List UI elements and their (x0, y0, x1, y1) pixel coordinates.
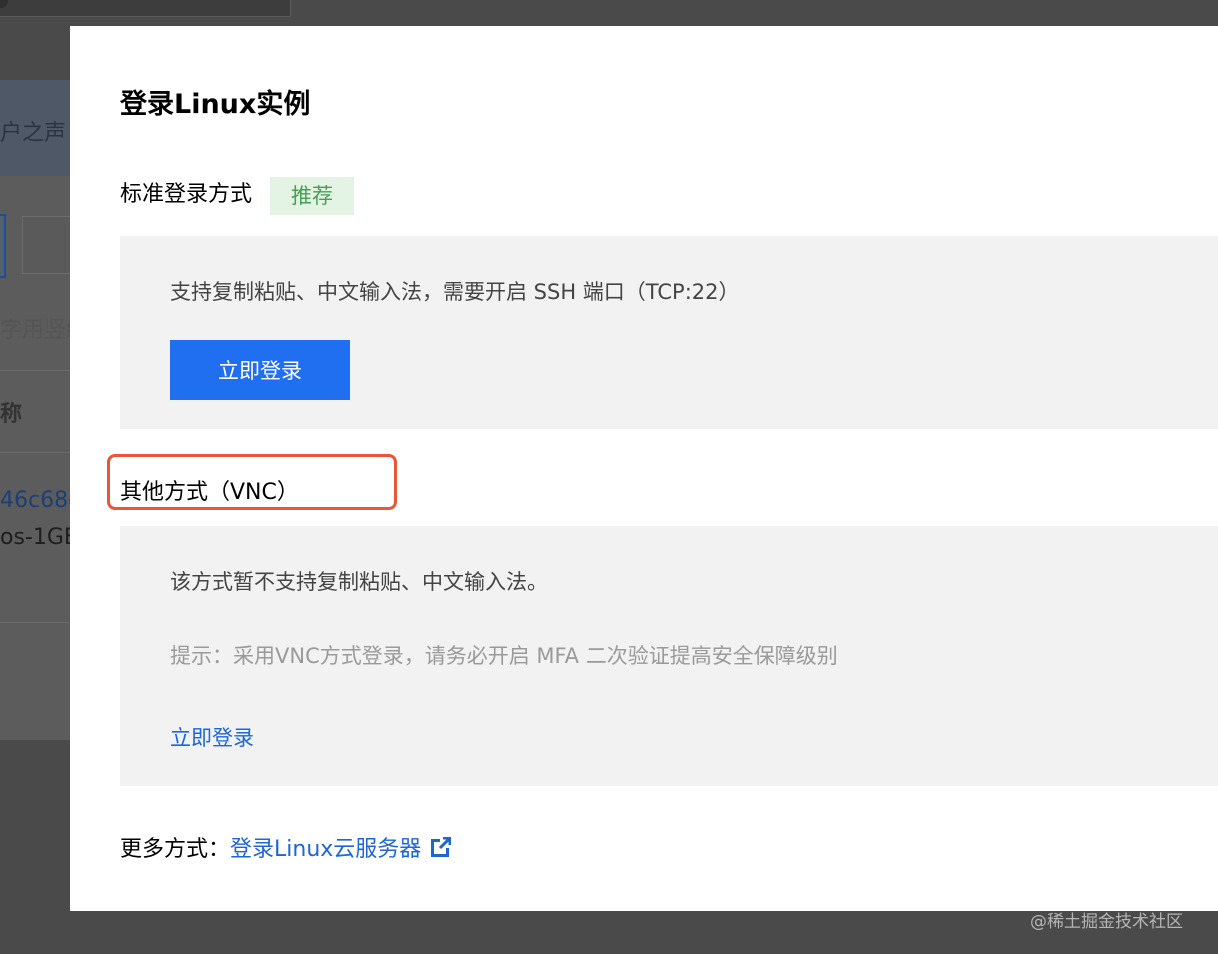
login-modal: 登录Linux实例 标准登录方式 推荐 支持复制粘贴、中文输入法，需要开启 SS… (70, 26, 1218, 911)
modal-title: 登录Linux实例 (120, 89, 311, 120)
background-top-bar (0, 0, 291, 17)
external-link-icon (431, 837, 452, 857)
vnc-login-card: 该方式暂不支持复制粘贴、中文输入法。 提示：采用VNC方式登录，请务必开启 MF… (120, 526, 1218, 786)
watermark-text: @稀土掘金技术社区 (1030, 912, 1183, 932)
background-tab-active (0, 214, 6, 278)
background-divider (0, 452, 70, 453)
recommended-badge: 推荐 (270, 177, 354, 215)
background-instance-spec: os-1GB (0, 525, 79, 550)
background-divider (0, 622, 70, 623)
vnc-login-description: 该方式暂不支持复制粘贴、中文输入法。 (170, 570, 548, 594)
more-methods-row: 更多方式： 登录Linux云服务器 (120, 831, 452, 863)
background-notice-text: 户之声 (0, 121, 67, 146)
standard-login-description: 支持复制粘贴、中文输入法，需要开启 SSH 端口（TCP:22） (170, 280, 740, 304)
linux-login-doc-link-text: 登录Linux云服务器 (230, 837, 422, 862)
vnc-login-tip: 提示：采用VNC方式登录，请务必开启 MFA 二次验证提高安全保障级别 (170, 644, 838, 668)
standard-login-card: 支持复制粘贴、中文输入法，需要开启 SSH 端口（TCP:22） 立即登录 (120, 236, 1218, 429)
background-column-header: 称 (0, 402, 23, 427)
ssh-login-button[interactable]: 立即登录 (170, 340, 350, 400)
more-methods-label: 更多方式： (120, 837, 231, 862)
standard-login-label: 标准登录方式 (120, 182, 253, 207)
vnc-login-link[interactable]: 立即登录 (170, 722, 254, 752)
background-divider (0, 370, 70, 371)
linux-login-doc-link[interactable]: 登录Linux云服务器 (230, 831, 452, 863)
background-instance-id: 46c68c (0, 488, 81, 513)
vnc-label-highlight (107, 454, 397, 510)
background-avatar-icon (0, 0, 8, 8)
